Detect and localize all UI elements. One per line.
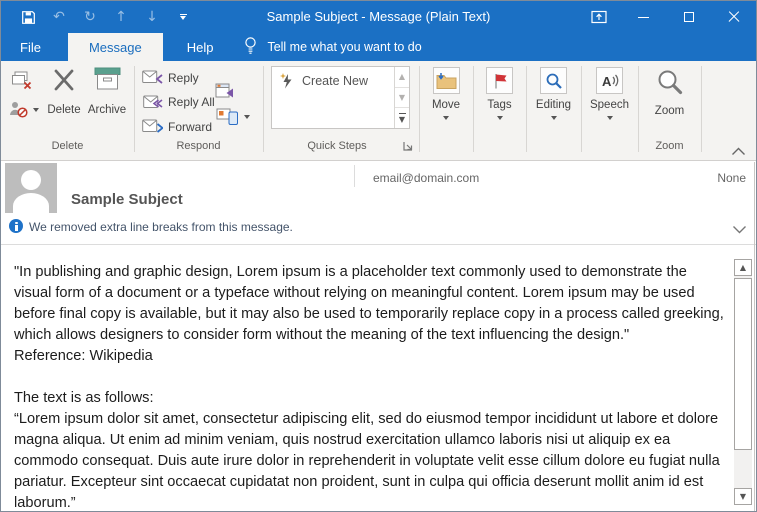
body-paragraph: “Lorem ipsum dolor sit amet, consectetur… [14,409,726,512]
content-right-border [754,162,755,512]
move-icon [433,67,460,94]
archive-label: Archive [88,104,126,116]
ignore-button[interactable] [11,71,32,90]
delete-label: Delete [47,104,80,116]
editing-label: Editing [536,99,571,111]
gallery-scroll-down-icon[interactable]: ▼ [395,88,409,109]
junk-button[interactable] [9,101,39,118]
forward-icon [142,119,163,134]
quick-steps-dialog-launcher-icon[interactable] [403,139,414,150]
ignore-icon [11,71,32,90]
reply-all-label: Reply All [168,95,215,109]
archive-icon [94,67,121,91]
speech-button[interactable]: A Speech [581,67,638,120]
tags-flag-icon [486,67,513,94]
ribbon-tab-row: File Message Help Tell me what you want … [1,33,756,61]
minimize-button[interactable] [621,1,666,33]
gallery-scrollbar: ▲ ▼ ▼ [394,67,409,128]
header-divider [354,165,355,187]
group-separator [701,66,702,152]
respond-group-label: Respond [134,140,263,152]
tell-me-label: Tell me what you want to do [267,40,421,54]
ribbon-display-options-icon[interactable] [576,1,621,33]
editing-dropdown-icon [551,116,557,120]
body-paragraph: Reference: Wikipedia [14,346,726,367]
meeting-button[interactable] [212,82,234,100]
outlook-message-window: ↶ ↻ ↑ ↓ Sample Subject - Message (Plain … [0,0,757,512]
reply-button[interactable]: Reply [142,70,199,85]
respond-dropdown-icon [244,115,250,119]
message-subject: Sample Subject [71,191,183,208]
move-button[interactable]: Move [419,67,473,120]
scroll-down-icon[interactable]: ▼ [734,488,752,505]
move-dropdown-icon [443,116,449,120]
create-new-label: Create New [302,74,368,88]
meeting-icon [212,82,234,100]
create-new-icon [280,73,294,89]
editing-search-icon [540,67,567,94]
speech-icon: A [596,67,623,94]
junk-dropdown-icon [33,108,39,112]
lightbulb-icon [243,36,258,58]
editing-button[interactable]: Editing [526,67,581,120]
title-bar: ↶ ↻ ↑ ↓ Sample Subject - Message (Plain … [1,1,756,33]
sender-avatar [5,163,57,213]
expand-header-chevron-icon[interactable] [732,221,747,239]
forward-button[interactable]: Forward [142,119,212,134]
body-text: "In publishing and graphic design, Lorem… [14,262,726,512]
tab-message[interactable]: Message [68,33,163,61]
reply-all-button[interactable]: Reply All [141,94,215,110]
im-icon [216,108,239,125]
reply-icon [142,70,163,85]
forward-label: Forward [168,120,212,134]
tab-help[interactable]: Help [171,33,230,61]
speech-dropdown-icon [607,116,613,120]
reply-label: Reply [168,71,199,85]
delete-group-label: Delete [1,140,134,152]
close-button[interactable] [711,1,756,33]
vertical-scrollbar[interactable]: ▲ ▼ [734,259,752,505]
svg-text:A: A [602,74,612,89]
body-paragraph: The text is as follows: [14,388,726,409]
more-respond-actions-button[interactable] [216,108,250,125]
body-paragraph: "In publishing and graphic design, Lorem… [14,262,726,346]
window-controls [576,1,756,33]
collapse-ribbon-icon[interactable] [731,143,746,161]
zoom-group-label: Zoom [638,140,701,152]
quick-steps-gallery: Create New ▲ ▼ ▼ [271,66,410,129]
ribbon: Delete Archive Delete Reply Reply All Fo… [1,61,756,161]
speech-label: Speech [590,99,629,111]
zoom-button-label: Zoom [655,105,684,117]
quick-step-create-new[interactable]: Create New [272,67,409,89]
zoom-button[interactable]: Zoom [638,69,701,131]
delete-button[interactable]: Delete [45,67,83,133]
tab-file[interactable]: File [1,33,60,61]
delete-icon [53,67,75,93]
info-bar: We removed extra line breaks from this m… [1,214,756,244]
message-body[interactable]: "In publishing and graphic design, Lorem… [1,245,756,512]
tags-dropdown-icon [497,116,503,120]
reply-all-icon [141,94,163,110]
maximize-button[interactable] [666,1,711,33]
tags-button[interactable]: Tags [473,67,526,120]
flag-status: None [717,171,746,185]
info-message: We removed extra line breaks from this m… [29,220,293,234]
move-label: Move [432,99,460,111]
sender-email: email@domain.com [373,171,479,185]
scroll-up-icon[interactable]: ▲ [734,259,752,276]
archive-button[interactable]: Archive [84,67,130,133]
info-icon [9,219,23,233]
tell-me-box[interactable]: Tell me what you want to do [243,33,421,61]
gallery-scroll-up-icon[interactable]: ▲ [395,67,409,88]
message-header: Sample Subject email@domain.com None [1,162,756,214]
quick-steps-group-label: Quick Steps [263,140,411,152]
block-sender-icon [9,101,28,118]
scrollbar-thumb[interactable] [734,278,752,450]
body-paragraph [14,367,726,388]
gallery-more-icon[interactable]: ▼ [395,108,409,128]
zoom-icon [656,69,684,97]
tags-label: Tags [487,99,511,111]
